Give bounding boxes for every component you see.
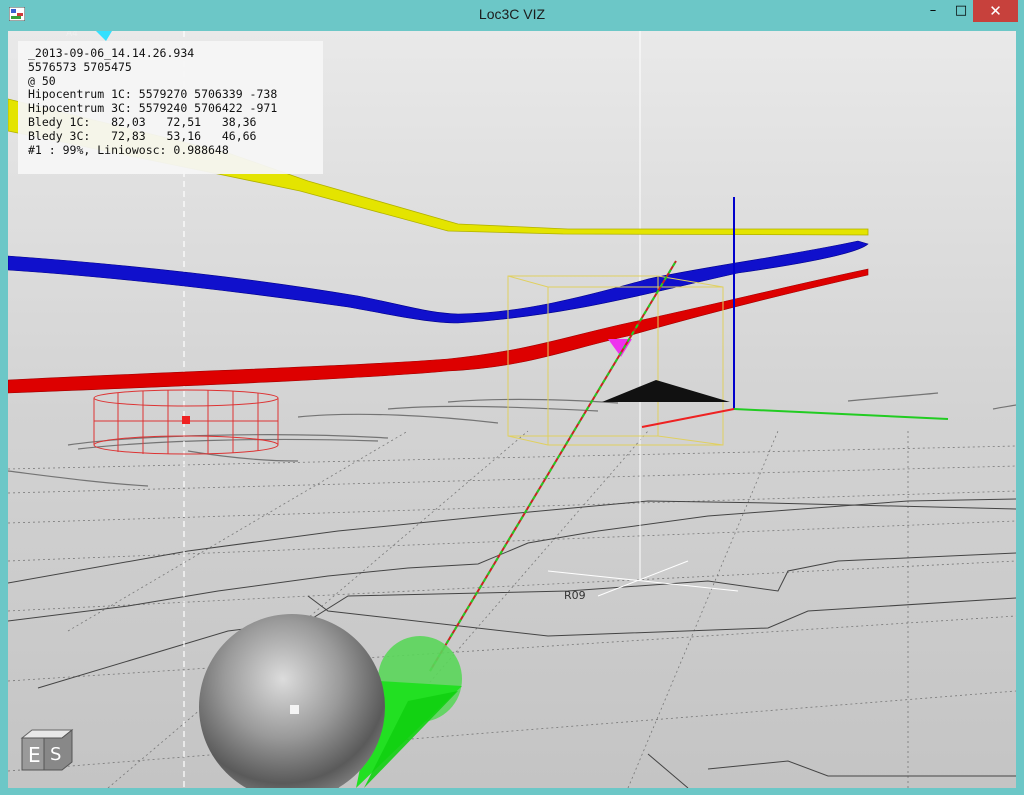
info-linearity: #1 : 99%, Liniowosc: 0.988648 [28,142,229,157]
info-hypocenter-3c: Hipocentrum 3C: 5579240 5706422 -971 [28,101,278,116]
info-errors-3c: Bledy 3C: 72,83 53,16 46,66 [28,128,257,143]
maximize-icon: □ [954,3,968,18]
maximize-button[interactable]: □ [948,0,974,22]
minimize-button[interactable]: – [918,0,948,22]
close-icon: ✕ [989,2,1002,20]
view-cube-icon[interactable]: E S [20,728,74,772]
hypocenter-marker [182,416,190,424]
info-depth: @ 50 [28,73,56,88]
sphere-marker [290,705,299,714]
close-button[interactable]: ✕ [973,0,1018,22]
info-coordinates: 5576573 5705475 [28,59,132,74]
station-label: R09 [564,589,586,602]
info-panel: _2013-09-06_14.14.26.934 5576573 5705475… [18,41,323,174]
info-hypocenter-1c: Hipocentrum 1C: 5579270 5706339 -738 [28,87,278,102]
view-cube-face-e[interactable]: E [28,743,41,767]
top-label: A4 [66,31,78,39]
app-window: Loc3C VIZ – □ ✕ A4 R09 _2013-09-06_14.14… [0,0,1024,795]
info-errors-1c: Bledy 1C: 82,03 72,51 38,36 [28,114,257,129]
minimize-icon: – [929,3,937,18]
view-cube-face-s[interactable]: S [50,744,61,765]
3d-viewport[interactable]: A4 R09 _2013-09-06_14.14.26.934 5576573 … [8,31,1016,788]
info-timestamp: _2013-09-06_14.14.26.934 [28,46,195,60]
title-bar[interactable]: Loc3C VIZ – □ ✕ [0,0,1024,30]
window-title: Loc3C VIZ [478,6,546,22]
